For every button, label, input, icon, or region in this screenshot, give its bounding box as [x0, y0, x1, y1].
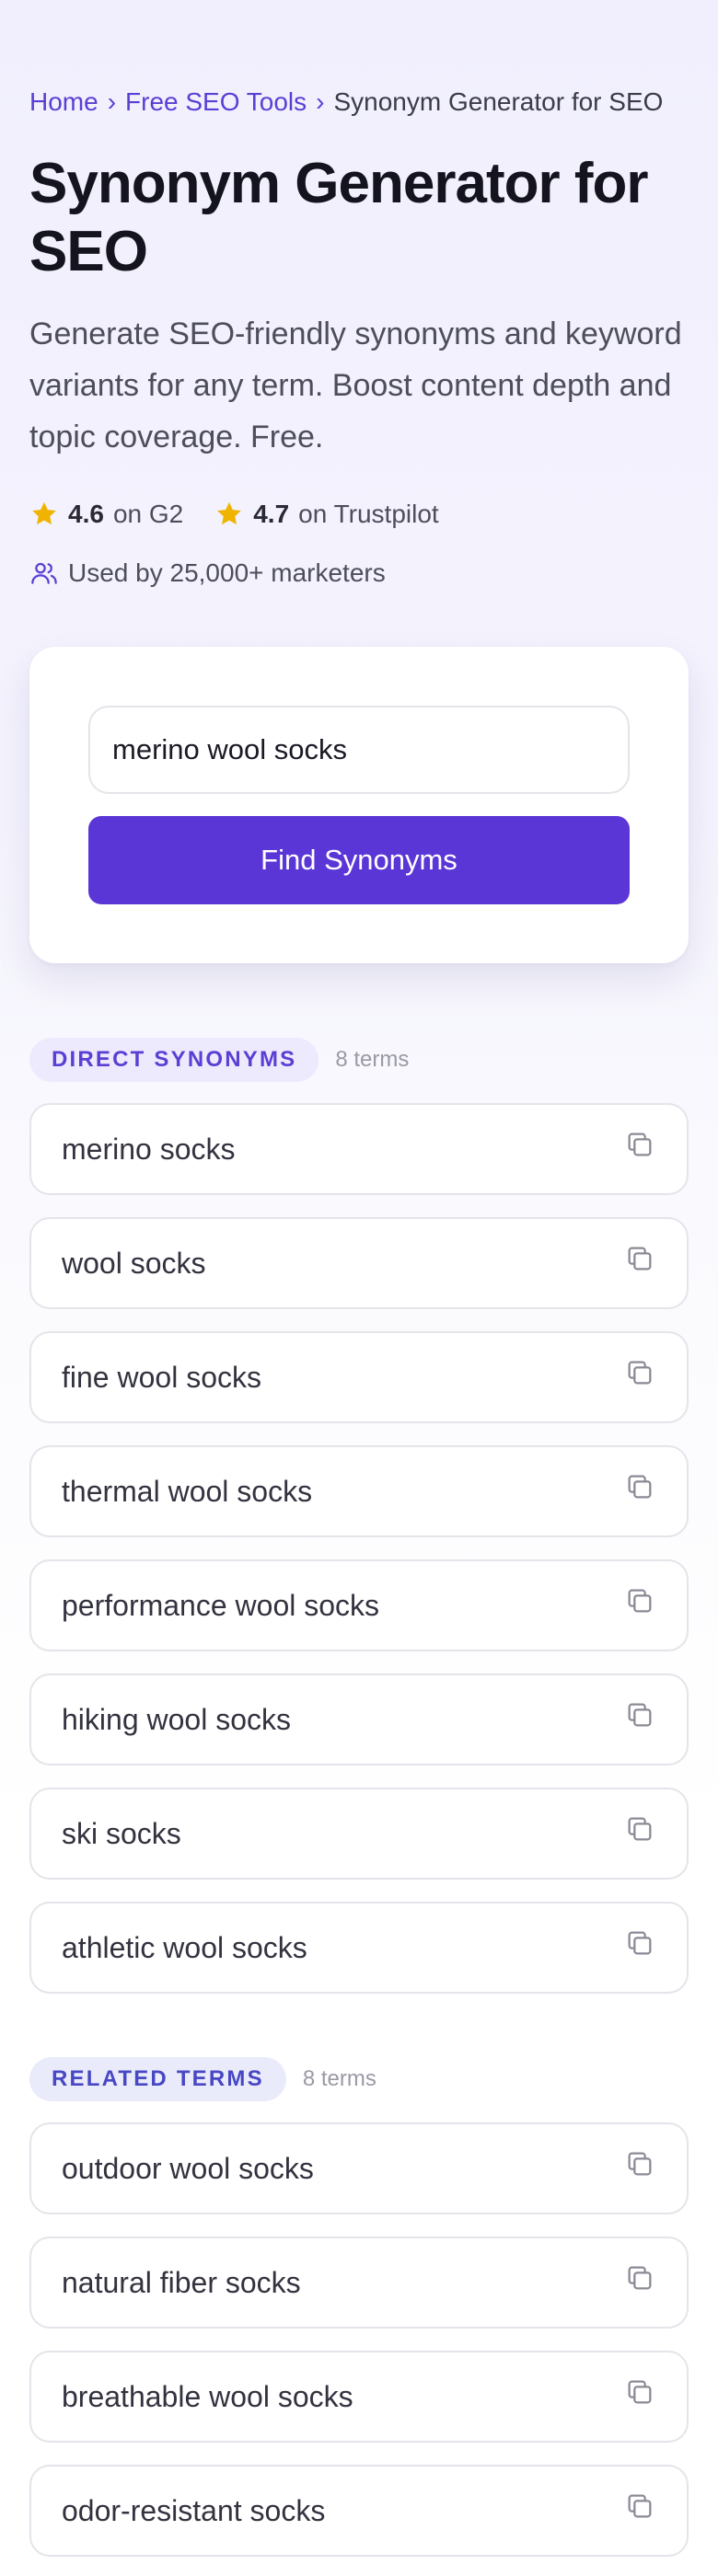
star-icon	[217, 501, 242, 525]
term-text: natural fiber socks	[62, 2265, 301, 2299]
term-card[interactable]: breathable wool socks	[29, 2351, 689, 2443]
rating-source: on Trustpilot	[298, 500, 439, 528]
keyword-input[interactable]	[88, 706, 630, 794]
section-label-badge: DIRECT SYNONYMS	[29, 1038, 319, 1082]
term-card[interactable]: natural fiber socks	[29, 2237, 689, 2329]
copy-icon[interactable]	[624, 1585, 655, 1616]
term-text: wool socks	[62, 1246, 206, 1280]
direct-synonyms-section: DIRECT SYNONYMS 8 terms merino socks wool…	[29, 1037, 689, 1994]
copy-icon[interactable]	[624, 1243, 655, 1274]
social-proof-text: Used by 25,000+ marketers	[68, 558, 386, 587]
breadcrumb: Home › Free SEO Tools › Synonym Generato…	[29, 0, 689, 119]
term-text: ski socks	[62, 1816, 181, 1850]
rating-score: 4.7	[253, 500, 290, 528]
page: Home › Free SEO Tools › Synonym Generato…	[0, 0, 718, 2557]
social-proof: Used by 25,000+ marketers	[29, 558, 689, 588]
rating-score: 4.6	[68, 500, 104, 528]
term-card[interactable]: merino socks	[29, 1103, 689, 1195]
copy-icon[interactable]	[624, 1813, 655, 1845]
find-synonyms-button[interactable]: Find Synonyms	[88, 816, 630, 904]
section-label-badge: RELATED TERMS	[29, 2057, 286, 2101]
breadcrumb-current-page: Synonym Generator for SEO	[333, 87, 664, 116]
term-card[interactable]: athletic wool socks	[29, 1902, 689, 1994]
users-icon	[31, 562, 57, 584]
term-text: athletic wool socks	[62, 1930, 307, 1964]
section-header: RELATED TERMS 8 terms	[29, 2056, 689, 2102]
term-card[interactable]: fine wool socks	[29, 1331, 689, 1423]
synonym-tool-card: Find Synonyms	[29, 647, 689, 963]
term-count: 8 terms	[302, 2066, 376, 2091]
term-card[interactable]: thermal wool socks	[29, 1445, 689, 1537]
copy-icon[interactable]	[624, 2376, 655, 2408]
page-title: Synonym Generator for SEO	[29, 152, 648, 283]
term-text: hiking wool socks	[62, 1702, 291, 1736]
term-card[interactable]: wool socks	[29, 1217, 689, 1309]
related-terms-section: RELATED TERMS 8 terms outdoor wool socks…	[29, 2056, 689, 2557]
term-card[interactable]: hiking wool socks	[29, 1673, 689, 1765]
term-list: outdoor wool socks natural fiber socks bre…	[29, 2122, 689, 2557]
rating-source: on G2	[112, 500, 184, 528]
ratings-row: 4.6 on G2 4.7 on Trustpilot	[29, 500, 689, 529]
term-card[interactable]: ski socks	[29, 1788, 689, 1880]
copy-icon[interactable]	[624, 1357, 655, 1388]
term-text: thermal wool socks	[62, 1474, 313, 1508]
breadcrumb-free-seo-tools-link[interactable]: Free SEO Tools	[125, 86, 307, 119]
term-text: odor-resistant socks	[62, 2493, 326, 2527]
term-text: outdoor wool socks	[62, 2151, 314, 2185]
rating-g2: 4.6 on G2	[29, 500, 183, 529]
copy-icon[interactable]	[624, 1471, 655, 1502]
term-count: 8 terms	[335, 1047, 410, 1072]
term-text: breathable wool socks	[62, 2379, 353, 2413]
copy-icon[interactable]	[624, 1129, 655, 1160]
star-icon	[32, 501, 56, 525]
section-header: DIRECT SYNONYMS 8 terms	[29, 1037, 689, 1083]
term-card[interactable]: outdoor wool socks	[29, 2122, 689, 2214]
page-subtitle: Generate SEO-friendly synonyms and keywo…	[29, 316, 682, 454]
term-text: merino socks	[62, 1132, 236, 1166]
term-list: merino socks wool socks fine wool socks the…	[29, 1103, 689, 1994]
copy-icon[interactable]	[624, 2262, 655, 2294]
copy-icon[interactable]	[624, 2490, 655, 2522]
breadcrumb-separator: ›	[316, 87, 325, 116]
breadcrumb-home-link[interactable]: Home	[29, 86, 98, 119]
term-text: performance wool socks	[62, 1588, 380, 1622]
term-card[interactable]: performance wool socks	[29, 1559, 689, 1651]
copy-icon[interactable]	[624, 1927, 655, 1959]
rating-trustpilot: 4.7 on Trustpilot	[214, 500, 439, 529]
copy-icon[interactable]	[624, 1699, 655, 1731]
term-card[interactable]: odor-resistant socks	[29, 2465, 689, 2557]
copy-icon[interactable]	[624, 2148, 655, 2179]
term-text: fine wool socks	[62, 1360, 261, 1394]
breadcrumb-separator: ›	[107, 87, 117, 116]
